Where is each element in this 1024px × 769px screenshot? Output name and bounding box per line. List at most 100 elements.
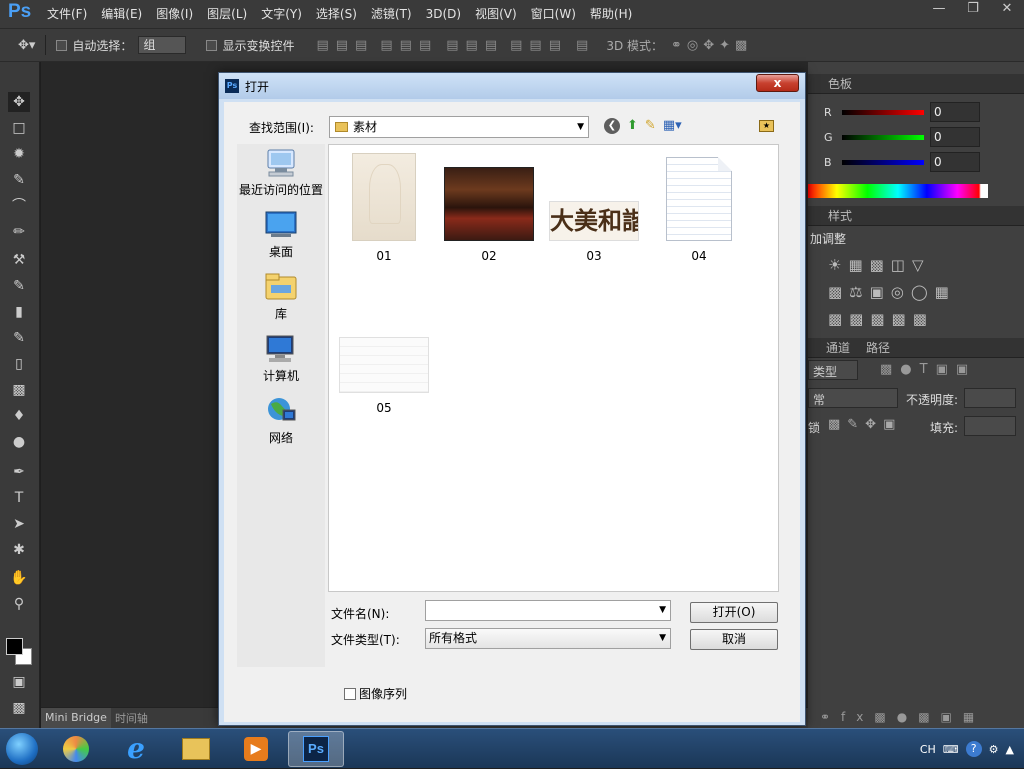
menu-image[interactable]: 图像(I) (149, 0, 200, 28)
menu-view[interactable]: 视图(V) (468, 0, 524, 28)
lasso-tool-icon[interactable]: ✹ (8, 144, 30, 164)
help-icon[interactable]: ? (965, 741, 982, 757)
favorites-folder-icon[interactable]: ★ (759, 120, 774, 132)
menu-layer[interactable]: 图层(L) (200, 0, 254, 28)
menu-3d[interactable]: 3D(D) (419, 0, 468, 28)
place-computer[interactable]: 计算机 (237, 334, 325, 384)
new-folder-icon[interactable]: ✎ (645, 118, 656, 134)
tab-mini-bridge[interactable]: Mini Bridge (41, 708, 111, 728)
open-button[interactable]: 打开(O) (690, 602, 778, 623)
distribute-top-icon[interactable]: ▤ (446, 38, 458, 53)
restore-icon[interactable]: ❐ (956, 0, 990, 20)
distribute-vcenter-icon[interactable]: ▤ (466, 38, 478, 53)
layer-kind-filter[interactable]: 类型 (808, 360, 858, 380)
stamp-tool-icon[interactable]: ▮ (8, 302, 30, 322)
adjustment-icons[interactable]: ☀▦▩◫▽ ▩⚖▣◎◯▦ ▩▩▩▩▩ (828, 252, 968, 333)
file-item-04[interactable]: 04 (649, 157, 749, 263)
path-select-tool-icon[interactable]: ➤ (8, 514, 30, 534)
up-folder-icon[interactable]: ⬆ (627, 118, 638, 134)
align-right-icon[interactable]: ▤ (419, 38, 431, 53)
distribute-right-icon[interactable]: ▤ (549, 38, 561, 53)
keyboard-icon[interactable]: ⌨ (943, 743, 959, 756)
move-tool-preset-icon[interactable]: ✥▾ (18, 38, 35, 53)
foreground-color-swatch[interactable] (6, 638, 23, 655)
view-menu-icon[interactable]: ▦▾ (663, 118, 682, 134)
tab-channels[interactable]: 通道 (818, 339, 858, 356)
healing-tool-icon[interactable]: ⚒ (8, 250, 30, 270)
file-name-input[interactable]: ▼ (425, 600, 671, 621)
file-item-05[interactable]: 05 (334, 337, 434, 415)
marquee-tool-icon[interactable]: □ (8, 118, 30, 138)
zoom-tool-icon[interactable]: ⚲ (8, 594, 30, 614)
blur-tool-icon[interactable]: ♦ (8, 406, 30, 426)
channel-g-value[interactable]: 0 (930, 127, 980, 147)
file-item-02[interactable]: 02 (439, 167, 539, 263)
tab-swatches[interactable]: 色板 (820, 75, 860, 92)
pen-tool-icon[interactable]: ✒ (8, 462, 30, 482)
quick-select-tool-icon[interactable]: ✎ (8, 170, 30, 190)
history-brush-tool-icon[interactable]: ✎ (8, 328, 30, 348)
align-vcenter-icon[interactable]: ▤ (336, 38, 348, 53)
quick-mask-icon[interactable]: ▣ (8, 672, 30, 692)
3d-mode-icons[interactable]: ⚭◎✥✦▩ (671, 38, 752, 53)
look-in-dropdown[interactable]: 素材 ▼ (329, 116, 589, 138)
menu-file[interactable]: 文件(F) (40, 0, 94, 28)
taskbar-app-colorful[interactable] (48, 731, 104, 767)
channel-g-slider[interactable] (842, 134, 924, 140)
auto-select-dropdown[interactable]: 组 (138, 36, 187, 54)
tab-timeline[interactable]: 时间轴 (111, 710, 152, 726)
tray-flag-icon[interactable]: ⚙ (989, 743, 999, 756)
menu-select[interactable]: 选择(S) (309, 0, 364, 28)
image-sequence-option[interactable]: 图像序列 (344, 685, 407, 702)
close-icon[interactable]: ✕ (990, 0, 1024, 20)
distribute-left-icon[interactable]: ▤ (510, 38, 522, 53)
distribute-bottom-icon[interactable]: ▤ (485, 38, 497, 53)
taskbar-photoshop[interactable]: Ps (288, 730, 344, 767)
gradient-tool-icon[interactable]: ▩ (8, 380, 30, 400)
file-type-dropdown[interactable]: 所有格式 ▼ (425, 628, 671, 649)
place-recent[interactable]: 最近访问的位置 (237, 148, 325, 198)
menu-filter[interactable]: 滤镜(T) (364, 0, 419, 28)
back-icon[interactable]: ❮ (604, 118, 620, 134)
layer-filter-icons[interactable]: ▩●T▣▣ (880, 362, 976, 377)
place-network[interactable]: 网络 (237, 396, 325, 446)
blend-mode-dropdown[interactable]: 常 (808, 388, 898, 408)
auto-select-checkbox[interactable] (56, 39, 68, 51)
taskbar-media[interactable]: ▶ (228, 731, 284, 767)
minimize-icon[interactable]: — (922, 0, 956, 20)
dialog-close-button[interactable]: x (756, 74, 799, 92)
dodge-tool-icon[interactable]: ● (8, 432, 30, 452)
chevron-down-icon[interactable]: ▼ (659, 601, 666, 620)
menu-help[interactable]: 帮助(H) (583, 0, 639, 28)
cancel-button[interactable]: 取消 (690, 629, 778, 650)
file-item-01[interactable]: 01 (334, 153, 434, 263)
align-bottom-icon[interactable]: ▤ (355, 38, 367, 53)
eraser-tool-icon[interactable]: ▯ (8, 354, 30, 374)
hand-tool-icon[interactable]: ✋ (8, 568, 30, 588)
file-item-03[interactable]: 大美和諧 03 (544, 201, 644, 263)
screen-mode-icon[interactable]: ▩ (8, 698, 30, 718)
menu-window[interactable]: 窗口(W) (524, 0, 583, 28)
language-indicator[interactable]: CH (920, 743, 936, 756)
channel-r-slider[interactable] (842, 109, 924, 115)
channel-b-value[interactable]: 0 (930, 152, 980, 172)
channel-b-slider[interactable] (842, 159, 924, 165)
tab-styles[interactable]: 样式 (820, 207, 860, 224)
taskbar-ie[interactable]: e (108, 731, 164, 767)
show-transform-checkbox[interactable] (206, 39, 218, 51)
auto-align-icon[interactable]: ▤ (576, 38, 588, 53)
eyedropper-tool-icon[interactable]: ✏ (8, 222, 30, 242)
show-hidden-icons[interactable]: ▲ (1006, 743, 1014, 756)
menu-type[interactable]: 文字(Y) (254, 0, 309, 28)
tab-paths[interactable]: 路径 (858, 339, 898, 356)
image-sequence-checkbox[interactable] (344, 687, 356, 700)
channel-r-value[interactable]: 0 (930, 102, 980, 122)
place-desktop[interactable]: 桌面 (237, 210, 325, 260)
start-button[interactable] (0, 729, 44, 769)
opacity-input[interactable] (964, 388, 1016, 408)
lock-icons[interactable]: ▩✎✥▣ (828, 417, 902, 432)
align-left-icon[interactable]: ▤ (380, 38, 392, 53)
align-top-icon[interactable]: ▤ (316, 38, 328, 53)
align-hcenter-icon[interactable]: ▤ (400, 38, 412, 53)
layers-footer-icons[interactable]: ⚭fx▩●▩▣▦ (820, 710, 985, 724)
